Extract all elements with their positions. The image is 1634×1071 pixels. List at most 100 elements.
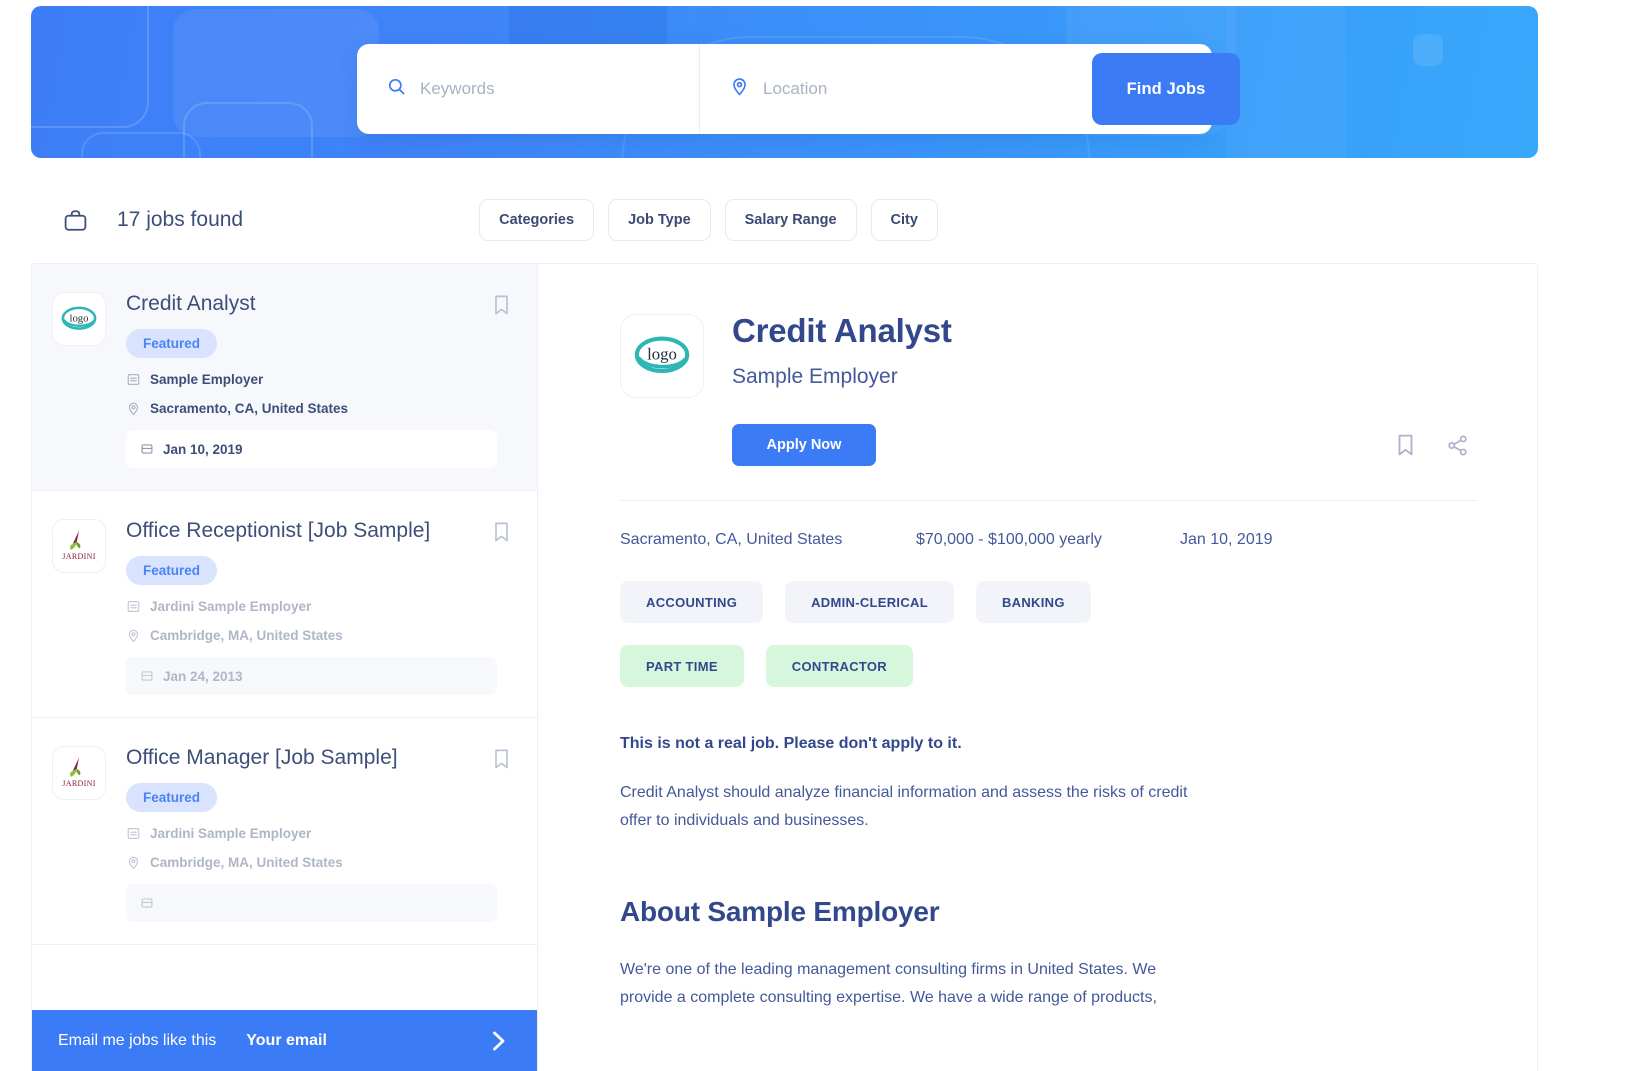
email-alert-input[interactable]: [246, 1031, 482, 1050]
submit-email-button[interactable]: [482, 1025, 514, 1057]
share-icon[interactable]: [1446, 434, 1469, 457]
company-icon: [126, 826, 141, 841]
job-item-title: Credit Analyst: [126, 292, 256, 315]
map-pin-icon: [730, 77, 749, 101]
job-item-location-row: Cambridge, MA, United States: [126, 628, 511, 643]
job-item-body: Office Manager [Job Sample] Featured Jar…: [126, 746, 511, 923]
map-pin-icon: [126, 401, 141, 416]
briefcase-icon: [62, 207, 89, 234]
featured-badge: Featured: [126, 329, 218, 359]
job-type-tag[interactable]: CONTRACTOR: [765, 645, 913, 687]
bookmark-icon[interactable]: [492, 748, 511, 770]
svg-text:JARDINI: JARDINI: [62, 552, 95, 561]
job-item-date-chip: Jan 24, 2013: [126, 657, 497, 696]
location-placeholder: Location: [763, 79, 828, 98]
job-item-title: Office Receptionist [Job Sample]: [126, 519, 431, 543]
calendar-icon: [140, 669, 154, 683]
job-item-title: Office Manager [Job Sample]: [126, 746, 398, 770]
apply-now-button[interactable]: Apply Now: [732, 424, 876, 466]
jobs-found-count: 17 jobs found: [117, 208, 244, 231]
company-icon: [126, 599, 141, 614]
job-detail-meta: Sacramento, CA, United States $70,000 - …: [620, 531, 1477, 549]
job-item-location: Cambridge, MA, United States: [150, 855, 343, 871]
job-item-location: Sacramento, CA, United States: [150, 401, 349, 417]
search-icon: [387, 77, 406, 101]
job-item-date: Jan 24, 2013: [163, 668, 243, 684]
company-logo: JARDINI: [52, 746, 106, 801]
location-field[interactable]: Location: [699, 44, 1059, 134]
decorative-outline-square: [81, 132, 201, 158]
calendar-icon: [140, 896, 154, 910]
search-hero-banner: Keywords Location Find Jobs: [31, 6, 1538, 158]
detail-divider: [620, 500, 1477, 501]
job-list-item[interactable]: JARDINI Office Manager [Job Sample] Feat…: [32, 718, 537, 946]
job-item-company: Jardini Sample Employer: [150, 599, 312, 615]
chevron-right-icon: [493, 1031, 505, 1050]
job-tag-group: ACCOUNTING ADMIN-CLERICAL BANKING PART T…: [620, 581, 1180, 687]
filter-job-type[interactable]: Job Type: [608, 199, 711, 241]
job-description: Credit Analyst should analyze financial …: [620, 784, 1188, 829]
bookmark-icon[interactable]: [1395, 433, 1416, 457]
job-detail-title: Credit Analyst: [732, 312, 952, 349]
decorative-outline-square: [31, 6, 149, 128]
category-tag[interactable]: BANKING: [975, 581, 1091, 623]
map-pin-icon: [126, 855, 141, 870]
map-pin-icon: [126, 628, 141, 643]
jardini-logo-icon: JARDINI: [62, 757, 95, 788]
company-icon: [126, 372, 141, 387]
results-toolbar: 17 jobs found Categories Job Type Salary…: [0, 180, 1634, 260]
about-heading: About Sample Employer: [620, 896, 940, 928]
search-bar: Keywords Location Find Jobs: [357, 44, 1240, 134]
job-board-page: Keywords Location Find Jobs 17 jobs foun…: [0, 0, 1634, 1071]
find-jobs-button[interactable]: Find Jobs: [1092, 53, 1240, 125]
company-logo: JARDINI: [52, 519, 106, 574]
job-item-company-row: Sample Employer: [126, 372, 511, 387]
job-detail-header: logo Credit Analyst Sample Employer: [620, 312, 1477, 398]
job-item-body: Credit Analyst Featured Sample Employer: [126, 292, 511, 469]
job-detail-location: Sacramento, CA, United States: [620, 531, 843, 548]
decorative-square: [1413, 34, 1443, 66]
job-detail-salary: $70,000 - $100,000 yearly: [916, 531, 1102, 548]
keywords-field[interactable]: Keywords: [357, 44, 699, 134]
decorative-band: [1226, 6, 1346, 158]
jobs-found-group: 17 jobs found: [62, 207, 243, 234]
job-list-item[interactable]: JARDINI Office Receptionist [Job Sample]…: [32, 491, 537, 719]
detail-icon-group: [1395, 433, 1477, 457]
category-tag[interactable]: ADMIN-CLERICAL: [785, 581, 954, 623]
job-item-location: Cambridge, MA, United States: [150, 628, 343, 644]
job-detail-titles: Credit Analyst Sample Employer: [732, 312, 952, 389]
decorative-outline-square: [183, 102, 313, 158]
filter-salary-range[interactable]: Salary Range: [724, 199, 857, 241]
filter-button-group: Categories Job Type Salary Range City: [479, 199, 938, 241]
logo-swoosh-icon: logo: [634, 336, 690, 374]
job-notice: This is not a real job. Please don't app…: [620, 735, 962, 752]
company-logo-large: logo: [620, 314, 704, 398]
job-item-company: Sample Employer: [150, 372, 264, 388]
job-type-tag[interactable]: PART TIME: [620, 645, 744, 687]
bookmark-icon[interactable]: [492, 294, 511, 316]
job-detail-date: Jan 10, 2019: [1180, 531, 1273, 548]
calendar-icon: [140, 442, 154, 456]
job-item-body: Office Receptionist [Job Sample] Feature…: [126, 519, 511, 696]
job-item-location-row: Sacramento, CA, United States: [126, 401, 511, 416]
decorative-square: [173, 9, 379, 137]
bookmark-icon[interactable]: [492, 521, 511, 543]
main-content: logo Credit Analyst Featured Sample Empl…: [31, 263, 1538, 1071]
about-body: We're one of the leading management cons…: [620, 961, 1157, 1006]
filter-city[interactable]: City: [870, 199, 938, 241]
company-logo: logo: [52, 292, 106, 346]
svg-text:JARDINI: JARDINI: [62, 779, 95, 788]
filter-categories[interactable]: Categories: [479, 199, 595, 241]
featured-badge: Featured: [126, 783, 218, 813]
job-item-location-row: Cambridge, MA, United States: [126, 855, 511, 870]
category-tag[interactable]: ACCOUNTING: [620, 581, 764, 623]
svg-text:logo: logo: [647, 345, 677, 364]
svg-text:logo: logo: [69, 312, 88, 324]
keywords-placeholder: Keywords: [420, 79, 495, 98]
job-item-company-row: Jardini Sample Employer: [126, 599, 511, 614]
job-detail-actions: Apply Now: [620, 424, 1477, 466]
job-item-date-chip: [126, 884, 497, 923]
logo-swoosh-icon: logo: [61, 306, 97, 330]
job-list-item[interactable]: logo Credit Analyst Featured Sample Empl…: [32, 264, 537, 492]
job-item-date: Jan 10, 2019: [163, 441, 243, 457]
